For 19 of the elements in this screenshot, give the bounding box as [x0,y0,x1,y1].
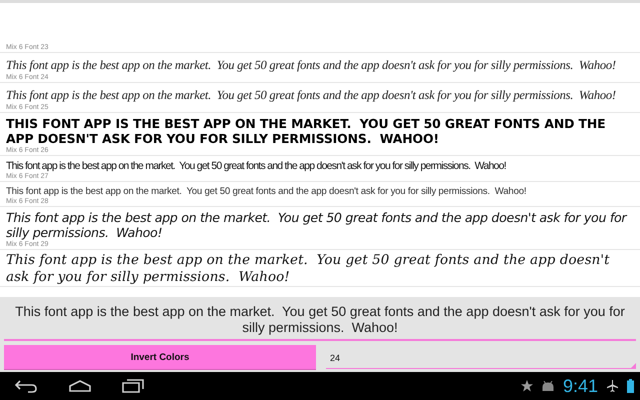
font-sample: This font app is the best app on the market. You get 50 great fonts and the app doesn't ask for you for silly permissions. Wahoo! [6,252,611,286]
font-sample: THIS FONT APP IS THE BEST APP ON THE MARKET. YOU GET 50 GREAT FONTS AND THE APP DOESN'T ASK FOR YOU FOR SILLY PERMISSIONS. WAHOO! [6,115,606,146]
star-icon [520,380,533,392]
airplane-icon [607,380,618,392]
back-icon[interactable] [14,379,38,393]
font-sample: This font app is the best app on the market. You get 50 great fonts and the app doesn't ask for you for silly permissions. Wahoo! [6,209,628,240]
font-sample: This font app is the best app on the market. You get 50 great fonts and the app doesn't ask for you for silly permissions. Wahoo! [6,159,507,172]
corner-mark-icon [631,362,636,368]
text-input-field[interactable]: This font app is the best app on the market. You get 50 great fonts and the app doesn't ask for you for silly permissions. Wahoo! [4,300,636,341]
font-size-field[interactable]: 24 [326,346,636,368]
invert-colors-button[interactable]: Invert Colors [4,345,316,370]
font-sample: This font app is the best app on the market. You get 50 great fonts and the app doesn't ask for you for silly permissions. Wahoo! [6,185,528,197]
clock-time: 9:41 [562,376,598,396]
font-sample: This font app is the best app on the market. You get 50 great fonts and the app doesn't ask for you for silly permissions. Wahoo! [6,57,617,73]
font-sample: This font app is the best app on the market. You get 50 great fonts and the app doesn't ask for you for silly permissions. Wahoo! [6,87,617,103]
home-icon[interactable] [68,380,92,392]
robot-icon [542,381,554,391]
battery-icon [627,379,634,393]
recent-apps-icon[interactable] [122,379,144,393]
